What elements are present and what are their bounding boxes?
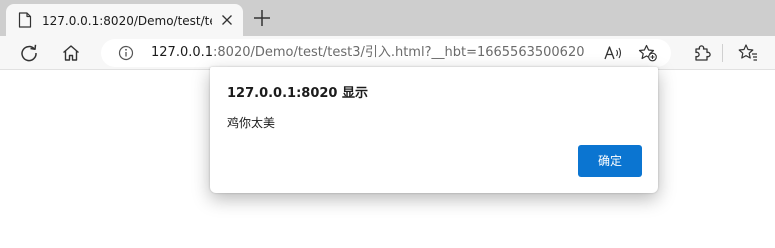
reload-icon[interactable] [18, 42, 40, 64]
browser-tab[interactable]: 127.0.0.1:8020/Demo/test/test3/ [6, 4, 243, 36]
url-path: :8020/Demo/test/test3/引入.html?__hbt=1665… [213, 45, 585, 60]
alert-dialog: 127.0.0.1:8020 显示 鸡你太美 确定 [210, 67, 658, 193]
ok-button[interactable]: 确定 [578, 145, 642, 177]
address-bar[interactable]: 127.0.0.1:8020/Demo/test/test3/引入.html?_… [101, 39, 671, 67]
page-icon [18, 12, 32, 28]
add-favorite-icon[interactable] [638, 44, 658, 62]
browser-toolbar: 127.0.0.1:8020/Demo/test/test3/引入.html?_… [0, 36, 775, 70]
favorites-icon[interactable] [737, 42, 759, 64]
read-aloud-icon[interactable] [603, 44, 623, 62]
dialog-message: 鸡你太美 [227, 116, 276, 130]
dialog-title: 127.0.0.1:8020 显示 [227, 86, 368, 101]
plus-icon[interactable] [252, 8, 272, 28]
tab-title: 127.0.0.1:8020/Demo/test/test3/ [42, 14, 212, 28]
info-icon[interactable] [118, 45, 134, 61]
toolbar-divider [722, 44, 723, 62]
tab-strip: 127.0.0.1:8020/Demo/test/test3/ [0, 0, 775, 36]
url-host: 127.0.0.1 [151, 45, 214, 60]
url-text[interactable]: 127.0.0.1:8020/Demo/test/test3/引入.html?_… [151, 44, 585, 62]
puzzle-icon[interactable] [691, 42, 713, 64]
home-icon[interactable] [60, 42, 82, 64]
close-icon[interactable] [221, 14, 233, 26]
